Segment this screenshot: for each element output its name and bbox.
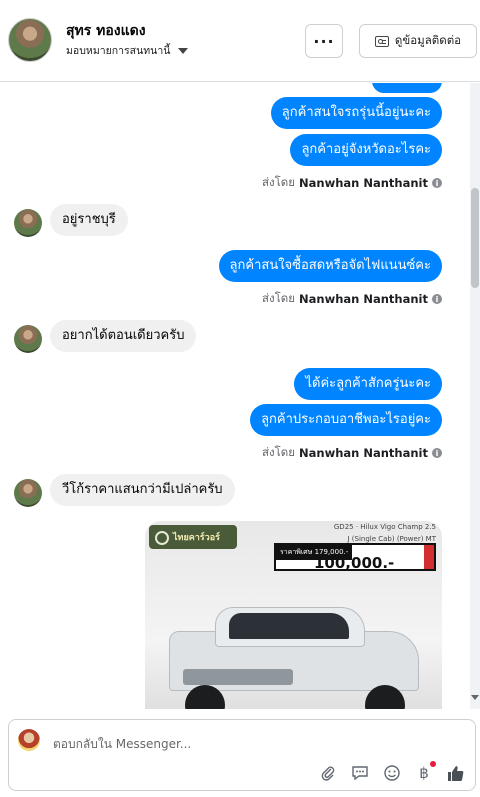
like-icon[interactable]	[447, 764, 465, 782]
more-options-button[interactable]: ···	[305, 24, 343, 58]
message-bubble-partial[interactable]	[372, 83, 442, 93]
message-bubble-in[interactable]: อยู่ราชบุรี	[50, 204, 128, 236]
composer-toolbar: ฿	[319, 761, 465, 782]
reply-composer[interactable]: ตอบกลับใน Messenger... ฿	[8, 719, 476, 791]
contact-name[interactable]: สุทร ทองแดง	[66, 20, 146, 42]
emoji-icon[interactable]	[383, 764, 401, 782]
contact-avatar[interactable]	[8, 18, 52, 62]
contact-avatar-small	[14, 325, 42, 353]
info-icon[interactable]: i	[432, 178, 442, 188]
more-icon: ···	[313, 31, 335, 51]
message-bubble-out[interactable]: ลูกค้าสนใจรถรุ่นนี้อยู่นะคะ	[270, 97, 442, 129]
page-avatar	[18, 729, 40, 751]
message-thread[interactable]: ลูกค้าสนใจรถรุ่นนี้อยู่นะคะ ลูกค้าอยู่จั…	[0, 83, 470, 709]
message-bubble-in[interactable]: อยากได้ตอนเดียวครับ	[50, 320, 197, 352]
assign-label: มอบหมายการสนทนานี้	[66, 45, 171, 57]
car-model-line: GD25 · Hilux Vigo Champ 2.5	[333, 523, 436, 531]
sent-by-line: ส่งโดย Nanwhan Nanthanit i	[262, 290, 442, 308]
sent-by-line: ส่งโดย Nanwhan Nanthanit i	[262, 444, 442, 462]
message-bubble-out[interactable]: ได้ค่ะลูกค้าสักครู่นะคะ	[294, 368, 442, 400]
baht-icon[interactable]: ฿	[415, 761, 436, 782]
contact-avatar-small	[14, 209, 42, 237]
conversation-header: สุทร ทองแดง มอบหมายการสนทนานี้ ··· ดูข้อ…	[0, 0, 480, 82]
saved-reply-icon[interactable]	[351, 764, 369, 782]
price-value: 100,000.-	[314, 554, 395, 572]
caret-down-icon	[178, 47, 189, 54]
red-stripe	[424, 545, 434, 569]
sender-name[interactable]: Nanwhan Nanthanit	[299, 292, 428, 306]
sent-by-line: ส่งโดย Nanwhan Nanthanit i	[262, 174, 442, 192]
reply-input[interactable]: ตอบกลับใน Messenger...	[53, 735, 191, 754]
dealer-brand: ไทยคาร์วอร์	[173, 533, 220, 543]
attach-icon[interactable]	[319, 764, 337, 782]
image-attachment[interactable]: ไทยคาร์วอร์ GD25 · Hilux Vigo Champ 2.5 …	[145, 521, 442, 709]
truck-grill	[183, 669, 293, 685]
id-card-icon	[374, 35, 389, 47]
sent-prefix: ส่งโดย	[261, 291, 296, 305]
thread-scrollbar[interactable]	[470, 83, 480, 709]
logo-circle-icon	[155, 531, 169, 545]
view-contact-button[interactable]: ดูข้อมูลติดต่อ	[359, 24, 477, 58]
sender-name[interactable]: Nanwhan Nanthanit	[299, 176, 428, 190]
view-contact-label: ดูข้อมูลติดต่อ	[394, 33, 462, 47]
sent-prefix: ส่งโดย	[261, 445, 296, 459]
message-bubble-out[interactable]: ลูกค้าสนใจซื้อสดหรือจัดไฟแนนซ์คะ	[218, 250, 442, 282]
assign-conversation-dropdown[interactable]: มอบหมายการสนทนานี้	[66, 42, 189, 59]
sender-name[interactable]: Nanwhan Nanthanit	[299, 446, 428, 460]
notification-dot	[430, 761, 436, 767]
message-bubble-out[interactable]: ลูกค้าประกอบอาชีพอะไรอยู่คะ	[250, 404, 442, 436]
message-bubble-out[interactable]: ลูกค้าอยู่จังหวัดอะไรคะ	[290, 134, 442, 166]
dealer-logo: ไทยคาร์วอร์	[149, 525, 237, 549]
contact-avatar-small	[14, 479, 42, 507]
scroll-down-arrow-icon[interactable]	[471, 695, 479, 700]
info-icon[interactable]: i	[432, 448, 442, 458]
info-icon[interactable]: i	[432, 294, 442, 304]
car-spec-line: J (Single Cab) (Power) MT	[347, 535, 436, 543]
truck-window	[229, 613, 349, 639]
price-band: ราคาพิเศษ 179,000.- 100,000.-	[274, 543, 436, 572]
message-bubble-in[interactable]: วีโก้ราคาแสนกว่ามีเปล่าครับ	[50, 474, 235, 506]
sent-prefix: ส่งโดย	[261, 175, 296, 189]
scroll-thumb[interactable]	[471, 188, 479, 288]
